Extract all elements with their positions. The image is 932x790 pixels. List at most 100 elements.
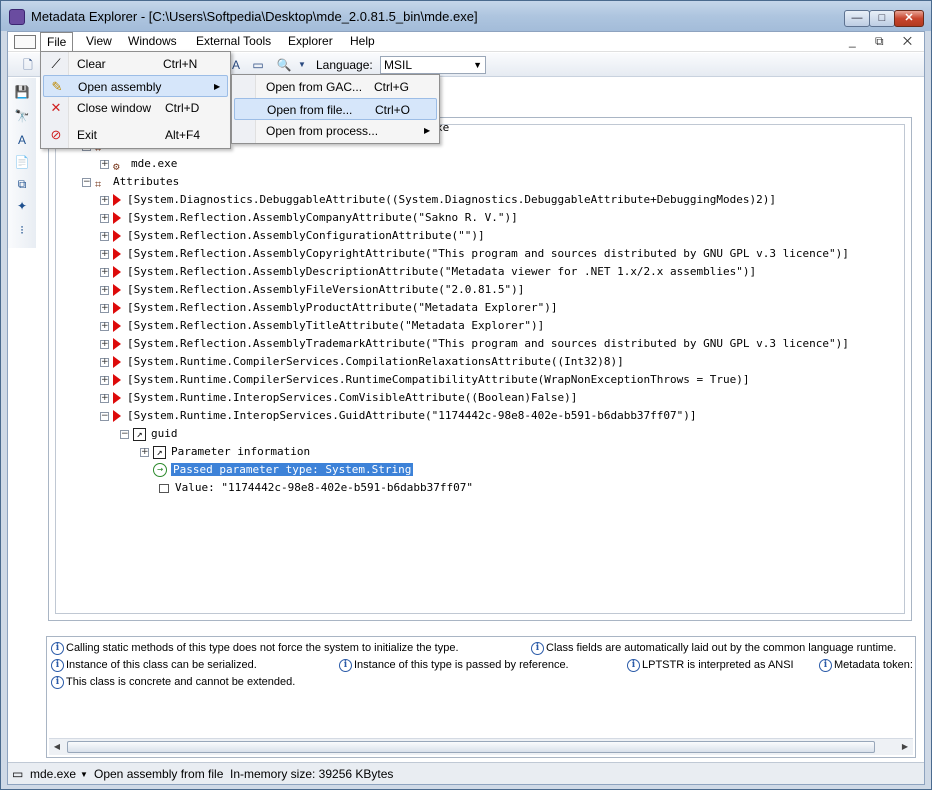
attribute-arrow-icon: [113, 230, 121, 242]
tree-node-attribute[interactable]: + [System.Reflection.AssemblyTitleAttribu…: [100, 317, 544, 334]
attribute-arrow-icon: [113, 320, 121, 332]
menu-item-clear[interactable]: ⟋ Clear Ctrl+N: [43, 53, 228, 75]
tree-node-guid[interactable]: − ↗ guid: [120, 425, 178, 442]
tree-node-attribute[interactable]: + [System.Reflection.AssemblyCompanyAttri…: [100, 209, 518, 226]
tree-node-attribute[interactable]: + [System.Reflection.AssemblyConfiguratio…: [100, 227, 485, 244]
menu-file[interactable]: File: [40, 32, 74, 52]
tree-node-param-info[interactable]: + ↗ Parameter information: [140, 443, 310, 460]
collapse-icon[interactable]: −: [100, 411, 109, 421]
info-text: Metadata token:: [834, 659, 913, 671]
rename-icon[interactable]: A: [14, 132, 30, 148]
tree-node-module-file[interactable]: + ⚙ mde.exe: [100, 155, 177, 173]
attribute-arrow-icon: [113, 248, 121, 260]
tree-node-attribute[interactable]: + [System.Reflection.AssemblyTrademarkAtt…: [100, 335, 849, 352]
save-icon[interactable]: 💾: [14, 84, 30, 100]
expand-icon[interactable]: +: [100, 321, 109, 331]
status-doc-name[interactable]: mde.exe: [30, 767, 76, 781]
attribute-arrow-icon: [113, 410, 121, 422]
menu-item-open-gac[interactable]: Open from GAC... Ctrl+G: [234, 76, 437, 98]
attribute-label: [System.Reflection.AssemblyFileVersionAt…: [127, 283, 525, 296]
expand-icon[interactable]: +: [100, 267, 109, 277]
menu-item-shortcut: Ctrl+G: [374, 80, 410, 94]
options-icon[interactable]: ⁝: [14, 222, 30, 238]
expand-icon[interactable]: +: [100, 375, 109, 385]
expand-icon[interactable]: +: [140, 447, 149, 457]
info-text: Instance of this type is passed by refer…: [354, 659, 569, 671]
doc-window-icon[interactable]: ▭: [12, 767, 23, 781]
expand-icon[interactable]: +: [100, 393, 109, 403]
title-bar[interactable]: Metadata Explorer - [C:\Users\Softpedia\…: [1, 1, 931, 31]
menu-item-label: Open from process...: [266, 124, 379, 138]
info-icon: i: [627, 658, 640, 672]
scroll-right-icon[interactable]: ▶: [897, 740, 913, 754]
find-icon[interactable]: 🔭: [14, 108, 30, 124]
export-icon[interactable]: 📄: [14, 154, 30, 170]
menu-item-open-process[interactable]: Open from process... ▶: [234, 120, 437, 142]
tree-node-attribute[interactable]: − [System.Runtime.InteropServices.GuidAtt…: [100, 407, 697, 424]
expand-icon[interactable]: +: [100, 195, 109, 205]
menu-item-label: Open assembly: [78, 80, 162, 94]
tree-node-attribute[interactable]: + [System.Runtime.CompilerServices.Runtim…: [100, 371, 750, 388]
expand-icon[interactable]: +: [100, 303, 109, 313]
info-line: i Class fields are automatically laid out…: [531, 641, 896, 656]
add-icon[interactable]: ✦: [14, 198, 30, 214]
chevron-down-icon[interactable]: ▼: [80, 770, 88, 779]
scroll-left-icon[interactable]: ◀: [49, 740, 65, 754]
scroll-thumb[interactable]: [67, 741, 875, 753]
menu-item-label: Close window: [77, 101, 152, 115]
menu-item-open-assembly[interactable]: ✎ Open assembly ▶: [43, 75, 228, 97]
attribute-label: [System.Runtime.InteropServices.GuidAttr…: [127, 409, 697, 422]
attribute-arrow-icon: [113, 194, 121, 206]
window-icon[interactable]: ▭: [250, 57, 266, 73]
horizontal-scrollbar[interactable]: ◀ ▶: [49, 738, 913, 755]
expand-icon[interactable]: +: [100, 213, 109, 223]
client-area: File View Windows External Tools Explore…: [7, 31, 925, 785]
mdi-controls[interactable]: _ ⧉ ✕: [849, 34, 920, 49]
menu-item-label: Exit: [77, 128, 98, 142]
expand-icon[interactable]: +: [100, 339, 109, 349]
search-icon[interactable]: 🔍: [276, 57, 292, 73]
menu-explorer[interactable]: Explorer: [282, 32, 339, 52]
close-button[interactable]: ✕: [894, 10, 924, 27]
menu-item-exit[interactable]: ⊘ Exit Alt+F4: [43, 124, 228, 146]
close-window-icon: ✕: [50, 100, 62, 115]
menu-item-open-file[interactable]: Open from file... Ctrl+O: [234, 98, 437, 120]
tree-node-attribute[interactable]: + [System.Reflection.AssemblyProductAttri…: [100, 299, 557, 316]
tree-node-attribute[interactable]: + [System.Runtime.CompilerServices.Compil…: [100, 353, 624, 370]
expand-icon[interactable]: +: [100, 231, 109, 241]
menu-help[interactable]: Help: [344, 32, 381, 52]
language-select[interactable]: MSIL ▼: [380, 56, 486, 74]
attribute-label: [System.Reflection.AssemblyTrademarkAttr…: [127, 337, 849, 350]
menu-view[interactable]: View: [80, 32, 118, 52]
info-line: i Instance of this type is passed by refe…: [339, 658, 569, 673]
expand-icon[interactable]: +: [100, 249, 109, 259]
tree-node-attribute[interactable]: + [System.Reflection.AssemblyCopyrightAtt…: [100, 245, 849, 262]
passed-type-label: Passed parameter type: System.String: [171, 463, 414, 476]
menu-external-tools[interactable]: External Tools: [190, 32, 277, 52]
minimize-button[interactable]: —: [844, 10, 870, 27]
expand-icon[interactable]: +: [100, 357, 109, 367]
expand-icon[interactable]: +: [100, 159, 109, 169]
tree-node-attribute[interactable]: + [System.Reflection.AssemblyFileVersionA…: [100, 281, 524, 298]
info-line: i Calling static methods of this type doe…: [51, 641, 459, 656]
tree-node-passed-type[interactable]: → Passed parameter type: System.String: [153, 461, 414, 478]
info-icon: i: [51, 641, 64, 655]
copy-icon[interactable]: ⧉: [14, 176, 30, 192]
attribute-arrow-icon: [113, 212, 121, 224]
attribute-label: [System.Reflection.AssemblyDescriptionAt…: [127, 265, 757, 278]
metadata-tree[interactable]: xe −⌗Modules +⚙mde.exe −⌗Attributes +[Sy…: [55, 124, 905, 614]
chevron-down-icon[interactable]: ▼: [294, 57, 310, 73]
new-icon[interactable]: 🗋: [20, 57, 36, 73]
tree-node-attribute[interactable]: + [System.Diagnostics.DebuggableAttribute…: [100, 191, 776, 208]
menu-item-close-window[interactable]: ✕ Close window Ctrl+D: [43, 97, 228, 119]
menu-windows[interactable]: Windows: [122, 32, 183, 52]
tree-node-attribute[interactable]: + [System.Runtime.InteropServices.ComVisi…: [100, 389, 577, 406]
collapse-icon[interactable]: −: [82, 177, 91, 187]
collapse-icon[interactable]: −: [120, 429, 129, 439]
expand-icon[interactable]: +: [100, 285, 109, 295]
tree-node-value[interactable]: Value: "1174442c-98e8-402e-b591-b6dabb37…: [159, 479, 473, 496]
tree-node-attribute[interactable]: + [System.Reflection.AssemblyDescriptionA…: [100, 263, 756, 280]
mdi-window-icon[interactable]: [14, 35, 36, 49]
tree-node-attributes[interactable]: − ⌗ Attributes: [82, 173, 179, 191]
maximize-button[interactable]: □: [869, 10, 895, 27]
